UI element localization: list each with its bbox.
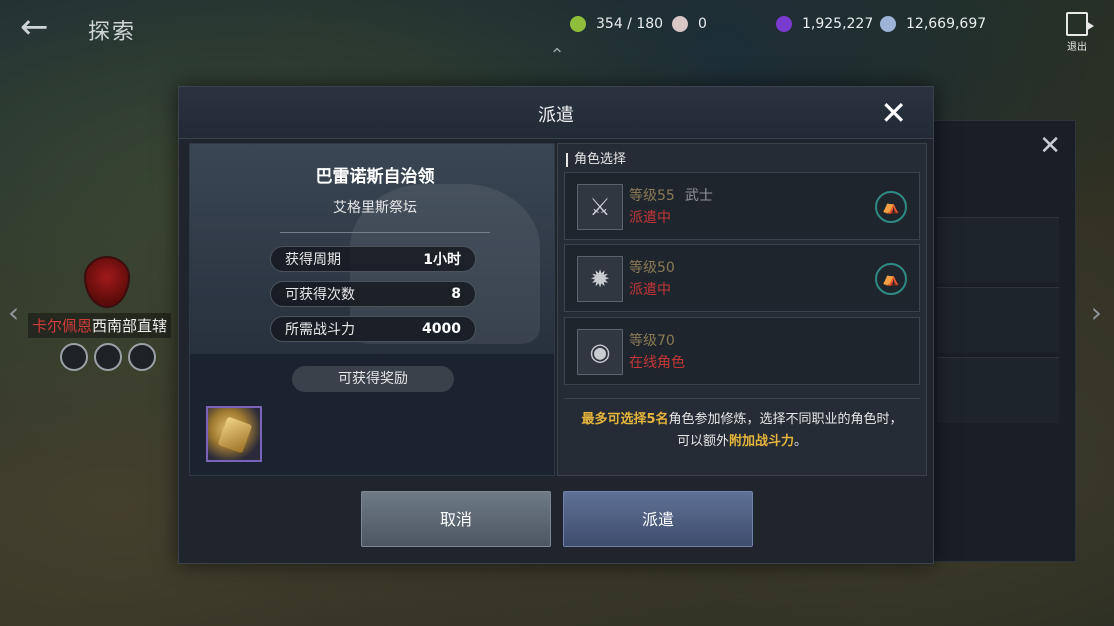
- region-subtitle: 艾格里斯祭坛: [333, 200, 417, 216]
- currency-purple-gem: 1,925,227: [776, 14, 873, 34]
- background-row: [937, 217, 1059, 283]
- silver-coin-icon: [880, 16, 896, 32]
- exit-label: 退出: [1067, 42, 1087, 53]
- region-info-panel: 巴雷诺斯自治领 艾格里斯祭坛 获得周期 1小时 可获得次数 8 所需战斗力 40…: [189, 143, 555, 476]
- character-level: 等级50: [629, 260, 675, 276]
- dispatch-dialog: 派遣 ✕ 巴雷诺斯自治领 艾格里斯祭坛 获得周期 1小时 可获得次数 8 所需战…: [178, 86, 934, 564]
- currency-silver-value: 12,669,697: [906, 16, 987, 32]
- background-close-icon[interactable]: ✕: [1039, 131, 1061, 161]
- reward-button[interactable]: 可获得奖励: [292, 366, 454, 392]
- region-label[interactable]: 卡尔佩恩西南部直辖: [28, 313, 172, 338]
- character-status: 在线角色: [629, 355, 685, 371]
- section-title: 角色选择: [566, 153, 626, 167]
- character-level: 等级70: [629, 333, 675, 349]
- region-label-white: 西南部直辖: [92, 317, 168, 335]
- region-node-group: [60, 343, 156, 371]
- chevron-right-icon[interactable]: ›: [1091, 296, 1102, 329]
- character-status: 派遣中: [629, 282, 671, 298]
- exit-icon: [1066, 12, 1094, 36]
- region-crest[interactable]: [84, 256, 130, 308]
- crossed-swords-icon: ⚔: [577, 184, 623, 230]
- region-node-icon[interactable]: [60, 343, 88, 371]
- currency-pearl: 0: [672, 14, 707, 34]
- character-status: 派遣中: [629, 210, 671, 226]
- character-card[interactable]: ⚔ 等级55 武士 派遣中 ⛺: [564, 172, 920, 240]
- region-name: 巴雷诺斯自治领: [315, 167, 435, 187]
- currency-silver: 12,669,697: [880, 14, 986, 34]
- background-row: [937, 357, 1059, 423]
- stat-row-period: 获得周期 1小时: [270, 246, 476, 272]
- currency-pearl-value: 0: [698, 16, 707, 32]
- purple-gem-icon: [776, 16, 792, 32]
- region-node-icon[interactable]: [128, 343, 156, 371]
- currency-energy: 354 / 180: [570, 14, 663, 34]
- back-arrow-icon[interactable]: ←: [20, 10, 56, 46]
- stat-value: 4000: [422, 321, 461, 337]
- stat-value: 8: [451, 286, 461, 302]
- orb-icon: ◉: [577, 329, 623, 375]
- page-title: 探索: [88, 20, 137, 45]
- cancel-button[interactable]: 取消: [361, 491, 551, 547]
- background-row: [937, 287, 1059, 353]
- energy-icon: [570, 16, 586, 32]
- stat-row-power: 所需战斗力 4000: [270, 316, 476, 342]
- gold-crystal-icon[interactable]: [206, 406, 262, 462]
- character-level: 等级55 武士: [629, 188, 713, 204]
- character-select-panel: 角色选择 ⚔ 等级55 武士 派遣中 ⛺ ✹ 等级50 派遣中 ⛺ ◉ 等级70 …: [557, 143, 927, 476]
- dispatch-button[interactable]: 派遣: [563, 491, 753, 547]
- claw-icon: ✹: [577, 256, 623, 302]
- info-text: 最多可选择5名角色参加修炼，选择不同职业的角色时， 可以额外附加战斗力。: [564, 398, 920, 470]
- chevron-left-icon[interactable]: ‹: [8, 296, 19, 329]
- character-card[interactable]: ◉ 等级70 在线角色: [564, 317, 920, 385]
- stat-value: 1小时: [423, 252, 461, 268]
- stat-label: 可获得次数: [285, 287, 355, 303]
- dialog-title: 派遣: [538, 105, 574, 126]
- info-text-rest: 角色参加修炼，选择不同职业的角色时，: [668, 412, 903, 427]
- info-highlight: 附加战斗力: [728, 434, 794, 449]
- dialog-header: 派遣 ✕: [179, 87, 933, 139]
- stat-row-count: 可获得次数 8: [270, 281, 476, 307]
- dispatch-icon: ⛺: [875, 191, 907, 223]
- divider: [280, 232, 490, 233]
- dispatch-icon: ⛺: [875, 263, 907, 295]
- currency-energy-value: 354 / 180: [596, 16, 664, 32]
- region-label-red: 卡尔佩恩: [32, 317, 93, 335]
- eagle-crest-icon: [84, 256, 130, 308]
- character-card[interactable]: ✹ 等级50 派遣中 ⛺: [564, 244, 920, 312]
- chevron-up-icon[interactable]: ⌃: [545, 47, 569, 65]
- currency-purple-gem-value: 1,925,227: [802, 16, 874, 32]
- stat-label: 所需战斗力: [285, 322, 355, 338]
- info-highlight: 最多可选择5名: [581, 412, 669, 427]
- character-job: 武士: [684, 188, 713, 204]
- close-icon[interactable]: ✕: [880, 95, 907, 131]
- region-node-icon[interactable]: [94, 343, 122, 371]
- exit-button[interactable]: 退出: [1060, 12, 1094, 54]
- info-text-end: 。: [794, 434, 808, 449]
- stat-label: 获得周期: [285, 252, 341, 268]
- pearl-icon: [672, 16, 688, 32]
- info-text-pre: 可以额外: [676, 434, 729, 449]
